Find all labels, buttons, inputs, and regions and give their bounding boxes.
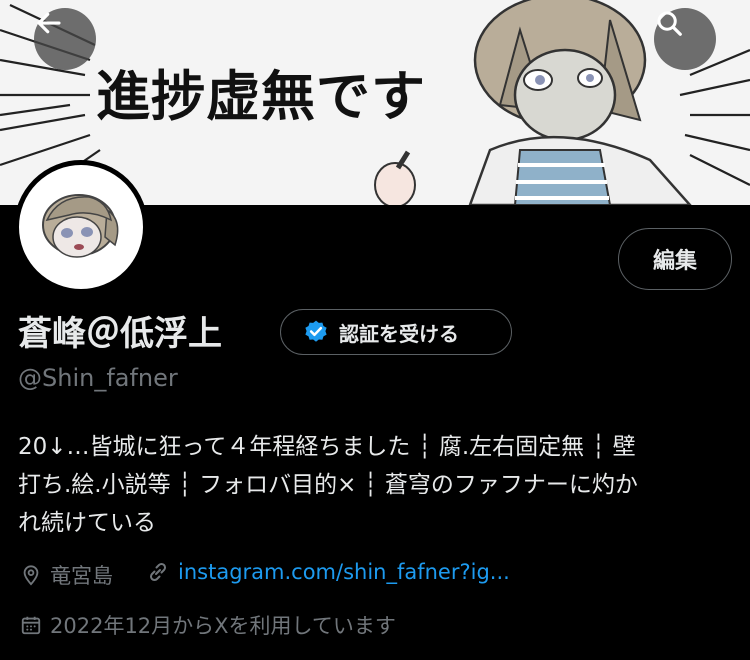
search-icon <box>657 11 682 36</box>
calendar-icon <box>21 616 41 635</box>
avatar-image <box>42 194 119 258</box>
edit-profile-button[interactable]: 編集 <box>618 228 732 290</box>
arrow-left-icon <box>37 12 61 34</box>
bio-line: 打ち.絵.小説等 ┆ フォロバ目的× ┆ 蒼穹のファフナーに灼か <box>18 472 638 498</box>
bio-line: 20↓…皆城に狂って４年程経ちました ┆ 腐.左右固定無 ┆ 壁 <box>18 434 636 460</box>
join-date: 2022年12月からXを利用しています <box>20 610 396 640</box>
get-verified-label: 認証を受ける <box>339 321 459 346</box>
get-verified-button[interactable]: 認証を受ける <box>280 309 512 355</box>
join-date-text: 2022年12月からXを利用しています <box>50 614 396 638</box>
avatar[interactable] <box>14 160 148 294</box>
website-url[interactable]: instagram.com/shin_fafner?ig... <box>178 560 510 584</box>
location-text: 竜宮島 <box>50 564 113 588</box>
profile-location: 竜宮島 <box>20 560 113 590</box>
banner-caption: 進捗虚無です <box>96 65 426 128</box>
bio-line: れ続けている <box>18 510 156 536</box>
link-icon <box>149 562 167 582</box>
profile-bio: 20↓…皆城に狂って４年程経ちました ┆ 腐.左右固定無 ┆ 壁 打ち.絵.小説… <box>18 428 738 542</box>
verified-badge-icon <box>305 320 327 342</box>
username-handle: @Shin_fafner <box>18 364 178 392</box>
search-button[interactable] <box>654 8 716 70</box>
profile-website-link[interactable]: instagram.com/shin_fafner?ig... <box>146 560 510 584</box>
display-name: 蒼峰＠低浮上 <box>18 314 222 354</box>
location-pin-icon <box>23 565 39 586</box>
back-button[interactable] <box>34 8 96 70</box>
